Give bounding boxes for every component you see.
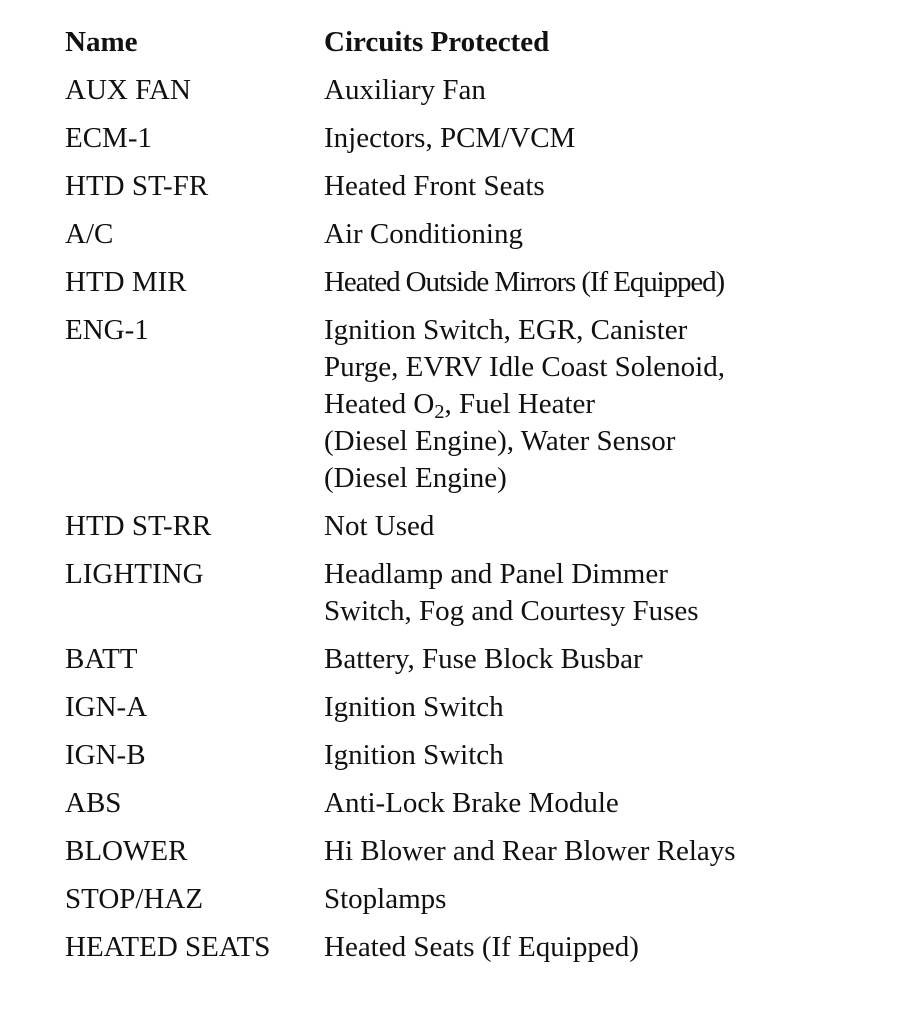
table-row: STOP/HAZ Stoplamps bbox=[65, 881, 865, 918]
circuit-text: Air Conditioning bbox=[324, 218, 523, 250]
circuit-text: Headlamp and Panel Dimmer bbox=[324, 558, 668, 590]
circuits-protected: Headlamp and Panel Dimmer Switch, Fog an… bbox=[324, 556, 865, 630]
circuits-protected: Auxiliary Fan bbox=[324, 72, 865, 109]
table-row: BATT Battery, Fuse Block Busbar bbox=[65, 641, 865, 678]
circuits-protected: Injectors, PCM/VCM bbox=[324, 120, 865, 157]
fuse-name: ECM-1 bbox=[65, 122, 152, 154]
circuit-text: Injectors, PCM/VCM bbox=[324, 122, 576, 154]
fuse-name: HTD ST-RR bbox=[65, 510, 212, 542]
fuse-name: BATT bbox=[65, 643, 138, 675]
table-row: IGN-A Ignition Switch bbox=[65, 689, 865, 726]
circuit-text: , Fuel Heater bbox=[444, 388, 596, 420]
fuse-name: HTD ST-FR bbox=[65, 170, 209, 202]
circuit-text: Battery, Fuse Block Busbar bbox=[324, 643, 643, 675]
table-row: HTD ST-RR Not Used bbox=[65, 508, 865, 545]
fuse-name: A/C bbox=[65, 218, 114, 250]
circuit-text: Heated Seats (If Equipped) bbox=[324, 931, 639, 963]
fuse-name: AUX FAN bbox=[65, 74, 191, 106]
circuit-text: Hi Blower and Rear Blower Relays bbox=[324, 835, 736, 867]
circuit-text: Not Used bbox=[324, 510, 435, 542]
circuit-text: Ignition Switch bbox=[324, 691, 504, 723]
fuse-name: ABS bbox=[65, 787, 122, 819]
circuits-protected: Ignition Switch, EGR, Canister Purge, EV… bbox=[324, 312, 865, 497]
circuits-protected: Not Used bbox=[324, 508, 865, 545]
fuse-name: BLOWER bbox=[65, 835, 188, 867]
circuits-protected: Heated Seats (If Equipped) bbox=[324, 929, 865, 966]
circuits-protected: Battery, Fuse Block Busbar bbox=[324, 641, 865, 678]
table-row: A/C Air Conditioning bbox=[65, 216, 865, 253]
fuse-name: IGN-B bbox=[65, 739, 146, 771]
circuits-protected: Air Conditioning bbox=[324, 216, 865, 253]
circuit-text: (Diesel Engine) bbox=[324, 462, 507, 494]
table-row: HTD MIR Heated Outside Mirrors (If Equip… bbox=[65, 264, 865, 301]
circuit-text: Purge, EVRV Idle Coast Solenoid, bbox=[324, 351, 725, 383]
table-header-row: Name Circuits Protected bbox=[65, 24, 865, 61]
fuse-table: Name Circuits Protected AUX FAN Auxiliar… bbox=[65, 24, 865, 977]
circuits-protected: Stoplamps bbox=[324, 881, 865, 918]
table-row: ECM-1 Injectors, PCM/VCM bbox=[65, 120, 865, 157]
column-header-name: Name bbox=[65, 26, 138, 58]
circuit-text: Ignition Switch, EGR, Canister bbox=[324, 314, 688, 346]
circuits-protected: Hi Blower and Rear Blower Relays bbox=[324, 833, 865, 870]
fuse-name: ENG-1 bbox=[65, 314, 149, 346]
circuit-text: Auxiliary Fan bbox=[324, 74, 486, 106]
table-row: BLOWER Hi Blower and Rear Blower Relays bbox=[65, 833, 865, 870]
circuit-text-o2-line: Heated O2, Fuel Heater bbox=[324, 386, 865, 423]
fuse-name: LIGHTING bbox=[65, 558, 204, 590]
circuits-protected: Heated Front Seats bbox=[324, 168, 865, 205]
circuits-protected: Anti-Lock Brake Module bbox=[324, 785, 865, 822]
table-row: AUX FAN Auxiliary Fan bbox=[65, 72, 865, 109]
circuit-text: Heated Front Seats bbox=[324, 170, 545, 202]
subscript-2: 2 bbox=[434, 401, 445, 424]
table-row: IGN-B Ignition Switch bbox=[65, 737, 865, 774]
circuit-text: Ignition Switch bbox=[324, 739, 504, 771]
table-row: ENG-1 Ignition Switch, EGR, Canister Pur… bbox=[65, 312, 865, 497]
table-row: HTD ST-FR Heated Front Seats bbox=[65, 168, 865, 205]
column-header-circuits: Circuits Protected bbox=[324, 26, 550, 58]
fuse-name: HTD MIR bbox=[65, 266, 187, 298]
fuse-name: IGN-A bbox=[65, 691, 148, 723]
table-row: LIGHTING Headlamp and Panel Dimmer Switc… bbox=[65, 556, 865, 630]
table-row: ABS Anti-Lock Brake Module bbox=[65, 785, 865, 822]
circuit-text: Heated O bbox=[324, 388, 435, 420]
circuits-protected: Heated Outside Mirrors (If Equipped) bbox=[324, 264, 865, 301]
fuse-name: HEATED SEATS bbox=[65, 931, 271, 963]
circuit-text: Anti-Lock Brake Module bbox=[324, 787, 619, 819]
circuit-text: (Diesel Engine), Water Sensor bbox=[324, 425, 676, 457]
circuit-text: Heated Outside Mirrors (If Equipped) bbox=[324, 266, 725, 298]
circuits-protected: Ignition Switch bbox=[324, 737, 865, 774]
circuit-text: Switch, Fog and Courtesy Fuses bbox=[324, 595, 699, 627]
circuit-text: Stoplamps bbox=[324, 883, 447, 915]
circuits-protected: Ignition Switch bbox=[324, 689, 865, 726]
fuse-name: STOP/HAZ bbox=[65, 883, 204, 915]
table-row: HEATED SEATS Heated Seats (If Equipped) bbox=[65, 929, 865, 966]
